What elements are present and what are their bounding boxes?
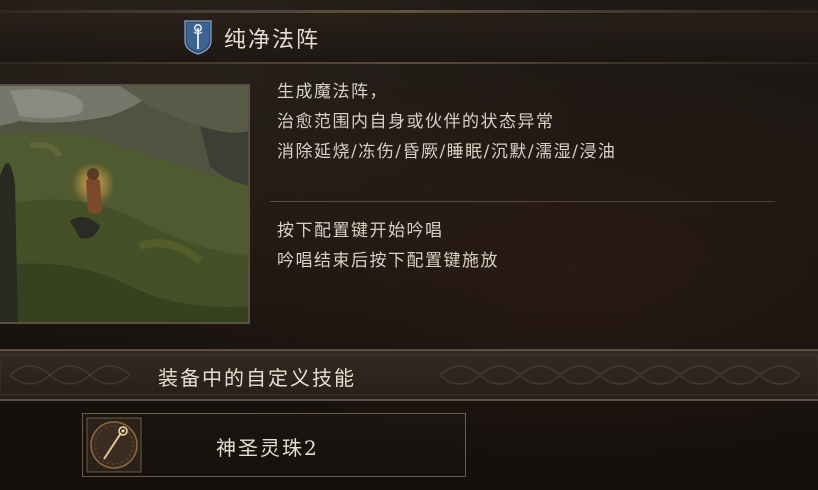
header-divider <box>0 62 818 64</box>
preview-scene <box>0 86 248 322</box>
skill-detail-screen: 纯净法阵 生成魔法阵， 治愈范围内自身或伙伴的状态异常 消除延烧/冻伤/昏厥/睡… <box>0 0 818 490</box>
description-line-1: 生成魔法阵， <box>277 82 388 102</box>
spell-header-band <box>0 14 818 62</box>
skill-preview-image <box>0 84 250 324</box>
description-line-2: 治愈范围内自身或伙伴的状态异常 <box>277 112 555 132</box>
description-line-3: 消除延烧/冻伤/昏厥/睡眠/沉默/濡湿/浸油 <box>277 142 617 162</box>
knotwork-pattern <box>0 354 818 396</box>
instruction-line-2: 吟唱结束后按下配置键施放 <box>277 251 499 271</box>
instruction-line-1: 按下配置键开始吟唱 <box>277 221 444 241</box>
equipped-section-header <box>0 349 818 401</box>
incantation-staff-icon <box>184 20 212 55</box>
holy-orb-staff-icon <box>86 417 142 473</box>
spell-title: 纯净法阵 <box>224 28 321 53</box>
top-border-line <box>0 10 818 13</box>
equipped-section-title: 装备中的自定义技能 <box>158 366 356 390</box>
description-divider <box>270 201 775 202</box>
equipped-skill-name: 神圣灵珠2 <box>216 436 319 460</box>
